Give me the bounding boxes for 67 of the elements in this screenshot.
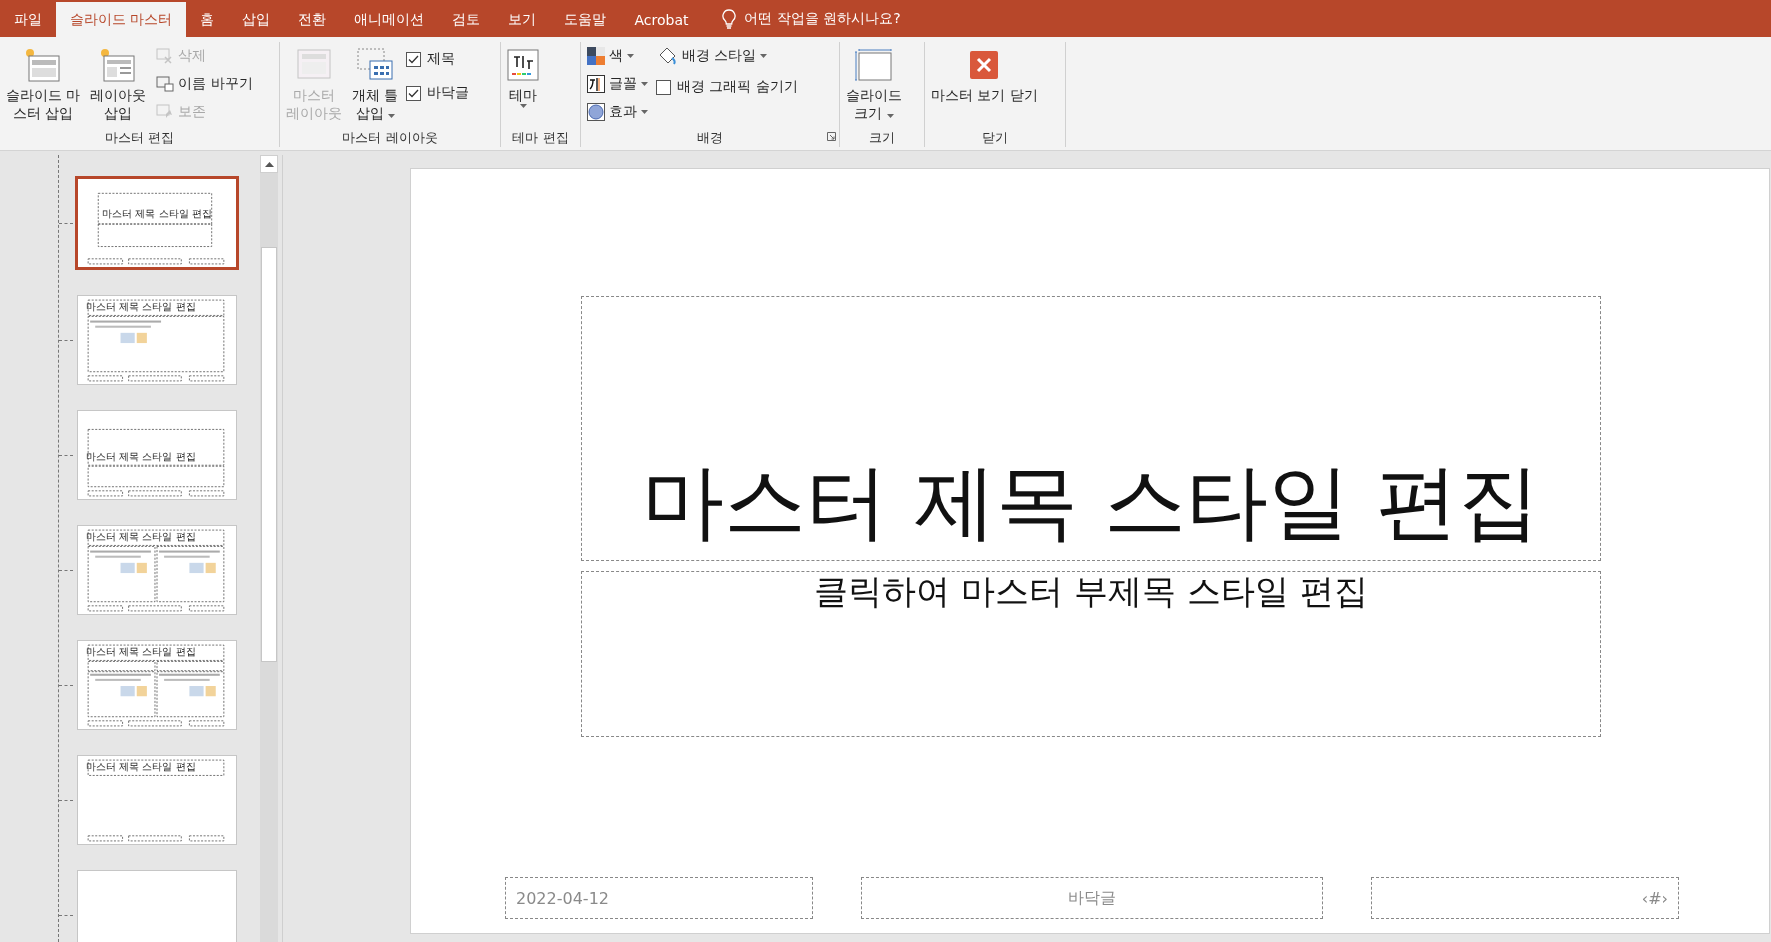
- group-label: 테마 편집: [512, 129, 569, 147]
- slide-thumbnail[interactable]: 마스터 제목 스타일 편집: [77, 525, 237, 615]
- dialog-launcher-icon[interactable]: [827, 132, 836, 141]
- checkbox-label: 바닥글: [427, 84, 470, 102]
- ribbon-button[interactable]: 슬라이드 마 스터 삽입: [4, 44, 83, 122]
- ribbon-button[interactable]: 글꼴: [585, 72, 650, 96]
- slide-thumbnail[interactable]: 마스터 제목 스타일 편집: [77, 410, 237, 500]
- ribbon-button[interactable]: 색: [585, 44, 650, 68]
- tell-me-field[interactable]: 어떤 작업을 원하시나요?: [744, 9, 901, 28]
- slide-thumbnail[interactable]: 마스터 제목 스타일 편집: [77, 755, 237, 845]
- rename-icon: [156, 76, 175, 92]
- pin-icon: [156, 104, 175, 120]
- effects-icon: [587, 103, 605, 121]
- group-label: 마스터 레이아웃: [342, 129, 438, 147]
- scroll-up-button[interactable]: [260, 155, 278, 173]
- checkbox[interactable]: [656, 79, 671, 95]
- ribbon-tab[interactable]: 슬라이드 마스터: [56, 2, 187, 37]
- slide-thumbnail[interactable]: 마스터 제목 스타일 편집: [77, 295, 237, 385]
- scrollbar-thumb[interactable]: [261, 247, 277, 662]
- layout-icon: [99, 47, 138, 83]
- thumbnail-title: 마스터 제목 스타일 편집: [86, 646, 197, 658]
- slide-size-icon: [855, 48, 893, 82]
- ribbon-button[interactable]: 효과: [585, 100, 650, 124]
- paint-bucket-icon: [658, 47, 678, 65]
- ribbon-tab[interactable]: 파일: [0, 2, 56, 37]
- checkbox[interactable]: [406, 51, 422, 67]
- ribbon-tab[interactable]: 도움말: [550, 2, 621, 37]
- group-label: 배경: [697, 129, 723, 147]
- ribbon-tab[interactable]: 보기: [494, 2, 551, 37]
- ribbon-button[interactable]: 개체 틀 삽입: [350, 44, 401, 122]
- checkbox-label: 배경 그래픽 숨기기: [677, 78, 798, 96]
- close-icon: [970, 51, 999, 79]
- ribbon-tab[interactable]: 삽입: [228, 2, 285, 37]
- ribbon-button[interactable]: 마스터 보기 닫기: [929, 44, 1040, 104]
- checkbox[interactable]: [406, 85, 422, 101]
- group-label: 크기: [869, 129, 895, 147]
- ribbon-button[interactable]: 이름 바꾸기: [154, 72, 255, 96]
- ribbon-tab[interactable]: Acrobat: [620, 2, 703, 37]
- arrow-up-icon: [264, 161, 274, 167]
- thumbnail-title: 마스터 제목 스타일 편집: [86, 301, 197, 313]
- group-label: 마스터 편집: [104, 129, 175, 147]
- color-swatch-icon: [587, 47, 605, 65]
- ribbon-tab[interactable]: 홈: [186, 2, 229, 37]
- thumbnail-title: 마스터 제목 스타일 편집: [86, 531, 197, 543]
- group-label: 닫기: [982, 129, 1008, 147]
- ribbon-tab[interactable]: 전환: [284, 2, 341, 37]
- master-layout-icon: [296, 48, 332, 82]
- checkbox-label: 제목: [427, 50, 456, 68]
- thumbnail-title: 마스터 제목 스타일 편집: [86, 761, 197, 773]
- ribbon-button[interactable]: 레이아웃 삽입: [88, 44, 149, 122]
- ribbon-tab[interactable]: 애니메이션: [340, 2, 439, 37]
- slide-thumbnail[interactable]: 마스터 제목 스타일 편집: [75, 176, 239, 270]
- font-icon: [587, 75, 605, 93]
- ribbon-tab[interactable]: 검토: [438, 2, 495, 37]
- placeholder-icon: [356, 47, 395, 83]
- ribbon-button[interactable]: 테마: [505, 44, 541, 108]
- slide-thumbnail[interactable]: 마스터 제목 스타일 편집: [77, 640, 237, 730]
- theme-icon: [507, 49, 539, 81]
- delete-icon: [156, 48, 175, 64]
- footer-placeholder[interactable]: 바닥글: [861, 877, 1323, 919]
- ribbon-button[interactable]: 슬라이드 크기: [844, 44, 904, 122]
- thumbnail-title: 마스터 제목 스타일 편집: [101, 208, 213, 220]
- slide-thumbnail[interactable]: [77, 870, 237, 942]
- thumbnail-title: 마스터 제목 스타일 편집: [86, 451, 197, 463]
- lightbulb-icon: [722, 8, 737, 29]
- slide-master-icon: [24, 47, 63, 83]
- ribbon-button[interactable]: 배경 스타일: [656, 44, 798, 68]
